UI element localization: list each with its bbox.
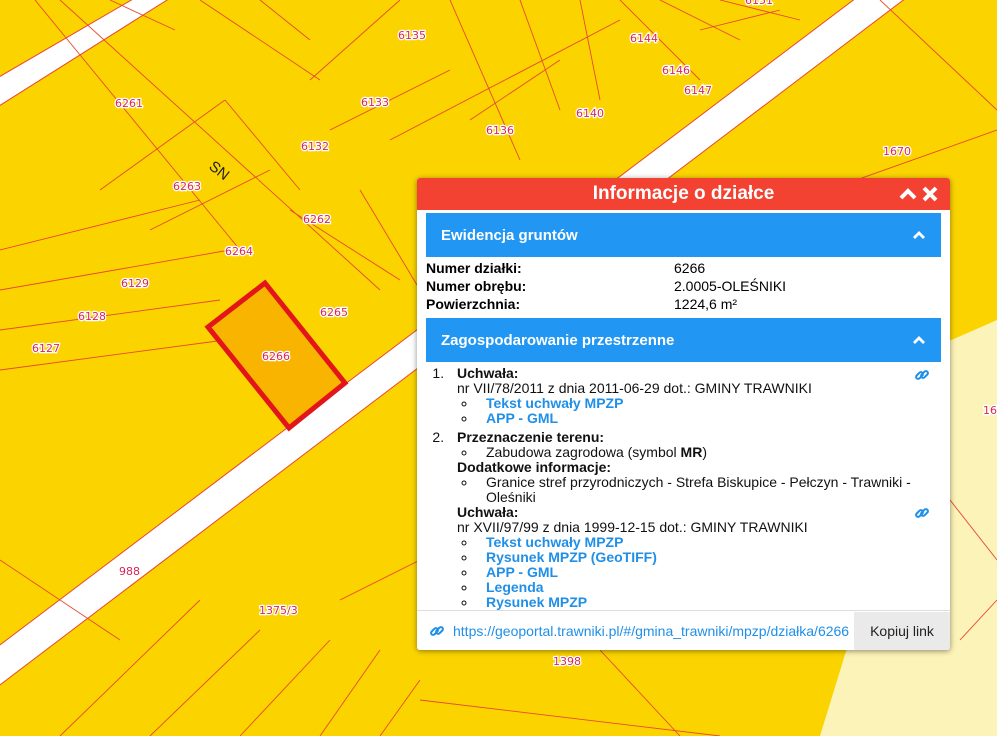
info-key: Powierzchnia:: [426, 296, 521, 312]
parcel-label: 6132: [301, 140, 329, 153]
parcel-label: 6127: [32, 342, 60, 355]
uchwala-desc: nr VII/78/2011 z dnia 2011-06-29 dot.: G…: [457, 380, 812, 396]
table-row: Numer działki: 6266: [426, 259, 941, 277]
link-app-gml[interactable]: APP - GML: [486, 564, 558, 580]
info-value: 2.0005-OLEŚNIKI: [674, 278, 787, 294]
link-legenda[interactable]: Legenda: [486, 579, 544, 595]
use-suffix: ): [702, 444, 707, 460]
parcel-label: 1375/3: [259, 604, 298, 617]
info-key: Numer działki:: [426, 260, 522, 276]
chevron-up-icon: [899, 188, 917, 200]
uchwala-title: Uchwała:: [457, 365, 519, 381]
parcel-label: 6265: [320, 306, 348, 319]
extra-info-text: Granice stref przyrodniczych - Strefa Bi…: [486, 474, 911, 505]
link-icon[interactable]: [914, 367, 930, 383]
zagospodarowanie-section-header[interactable]: Zagospodarowanie przestrzenne: [426, 318, 941, 362]
popup-header: Informacje o działce: [417, 178, 950, 210]
parcel-label: 6140: [576, 107, 604, 120]
zagospodarowanie-heading: Zagospodarowanie przestrzenne: [441, 331, 675, 349]
copy-link-button[interactable]: Kopiuj link: [854, 611, 950, 650]
table-row: Powierzchnia: 1224,6 m²: [426, 295, 941, 313]
zagospodarowanie-content[interactable]: Uchwała: nr VII/78/2011 z dnia 2011-06-2…: [417, 362, 950, 614]
link-icon[interactable]: [914, 505, 930, 521]
parcel-label: 6261: [115, 97, 143, 110]
parcel-label: 6144: [630, 32, 658, 45]
ewidencja-heading: Ewidencja gruntów: [441, 226, 578, 244]
info-value: 1224,6 m²: [674, 296, 738, 312]
parcel-label: 6128: [78, 310, 106, 323]
przeznaczenie-title: Przeznaczenie terenu:: [457, 429, 605, 445]
parcel-label: 6264: [225, 245, 253, 258]
parcel-label: 6151: [745, 0, 773, 7]
list-item: Przeznaczenie terenu: Zabudowa zagrodowa…: [448, 430, 950, 610]
parcel-label: 988: [119, 565, 140, 578]
close-icon: [922, 186, 938, 202]
parcel-info-popup: Informacje o działce Ewidencja gruntów N…: [417, 178, 950, 650]
link-app-gml[interactable]: APP - GML: [486, 410, 558, 426]
share-url[interactable]: https://geoportal.trawniki.pl/#/gmina_tr…: [445, 623, 854, 639]
parcel-label: 6263: [173, 180, 201, 193]
parcel-label: 6146: [662, 64, 690, 77]
chevron-up-icon: [913, 336, 925, 344]
list-item: Uchwała: nr VII/78/2011 z dnia 2011-06-2…: [448, 366, 950, 426]
parcel-label: 6147: [684, 84, 712, 97]
parcel-label: 6266: [262, 350, 290, 363]
use-prefix: Zabudowa zagrodowa (symbol: [486, 444, 681, 460]
link-rysunek-mpzp[interactable]: Rysunek MPZP: [486, 594, 587, 610]
uchwala-desc: nr XVII/97/99 z dnia 1999-12-15 dot.: GM…: [457, 519, 808, 535]
parcel-label: 16: [983, 404, 997, 417]
parcel-label: 6135: [398, 29, 426, 42]
parcel-label: 6129: [121, 277, 149, 290]
popup-footer: https://geoportal.trawniki.pl/#/gmina_tr…: [417, 610, 950, 650]
parcel-label: 1670: [883, 145, 911, 158]
link-tekst-uchwaly[interactable]: Tekst uchwały MPZP: [486, 395, 623, 411]
parcel-info-table: Numer działki: 6266 Numer obrębu: 2.0005-O…: [426, 259, 941, 313]
uchwala-title: Uchwała:: [457, 504, 519, 520]
table-row: Numer obrębu: 2.0005-OLEŚNIKI: [426, 277, 941, 295]
chevron-up-icon: [913, 231, 925, 239]
extra-info-title: Dodatkowe informacje:: [457, 459, 612, 475]
parcel-label: 6136: [486, 124, 514, 137]
collapse-button[interactable]: [898, 183, 918, 205]
parcel-label: 1398: [553, 655, 581, 668]
parcel-label: 6262: [303, 213, 331, 226]
parcel-label: 6133: [361, 96, 389, 109]
info-key: Numer obrębu:: [426, 278, 527, 294]
close-button[interactable]: [920, 183, 940, 205]
link-icon: [430, 625, 444, 636]
ewidencja-section-header[interactable]: Ewidencja gruntów: [426, 213, 941, 257]
link-tekst-uchwaly[interactable]: Tekst uchwały MPZP: [486, 534, 623, 550]
popup-title: Informacje o działce: [592, 183, 775, 204]
plan-list: Uchwała: nr VII/78/2011 z dnia 2011-06-2…: [426, 366, 950, 610]
use-symbol: MR: [680, 444, 703, 460]
info-value: 6266: [674, 260, 706, 276]
link-rysunek-geotiff[interactable]: Rysunek MPZP (GeoTIFF): [486, 549, 657, 565]
